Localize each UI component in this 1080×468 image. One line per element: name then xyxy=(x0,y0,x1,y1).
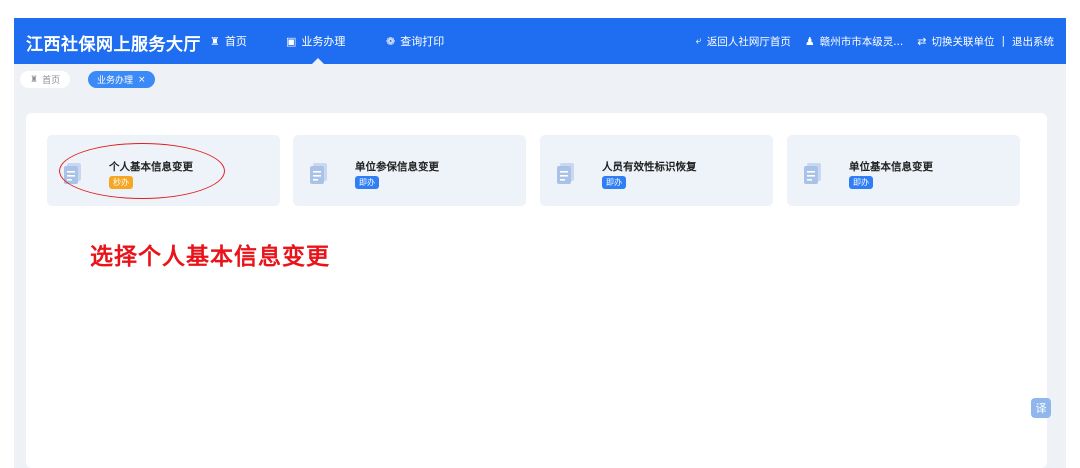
card-validity-restore[interactable]: 人员有效性标识恢复 即办 xyxy=(540,135,773,206)
annotation-ellipse xyxy=(59,143,225,199)
tab-business[interactable]: 业务办理 × xyxy=(88,71,155,88)
nav-home-label: 首页 xyxy=(224,35,247,48)
site-logo[interactable]: 江西社保网上服务大厅 xyxy=(26,30,201,55)
tab-home-label: 首页 xyxy=(42,76,61,86)
nav-query-print[interactable]: ❁ 查询打印 xyxy=(386,18,444,64)
tab-home[interactable]: ♜ 首页 xyxy=(20,71,71,88)
card-unit-insurance-change[interactable]: 单位参保信息变更 即办 xyxy=(293,135,526,206)
switch-icon: ⇄ xyxy=(917,34,927,48)
logout-link[interactable]: 退出系统 xyxy=(1012,34,1054,49)
back-home-label: 返回人社网厅首页 xyxy=(706,35,791,48)
card-title: 人员有效性标识恢复 xyxy=(602,161,697,173)
switch-unit-label: 切换关联单位 xyxy=(931,35,995,48)
user-menu[interactable]: ♟ 赣州市市本级灵... xyxy=(805,34,903,49)
status-badge: 即办 xyxy=(849,176,873,189)
nav-query-label: 查询打印 xyxy=(400,35,445,48)
user-name: 赣州市市本级灵... xyxy=(819,35,904,48)
nav-home[interactable]: ♜ 首页 xyxy=(210,18,247,64)
document-icon xyxy=(804,163,821,184)
card-unit-info-change[interactable]: 单位基本信息变更 即办 xyxy=(787,135,1020,206)
document-icon xyxy=(310,163,327,184)
user-icon: ♟ xyxy=(804,34,815,48)
back-arrow-icon: ⤶ xyxy=(695,34,702,47)
status-badge: 即办 xyxy=(355,176,379,189)
briefcase-icon: ▣ xyxy=(286,34,297,48)
annotation-instruction: 选择个人基本信息变更 xyxy=(90,244,330,270)
print-icon: ❁ xyxy=(386,34,396,48)
card-title: 单位参保信息变更 xyxy=(355,161,439,173)
separator: | xyxy=(1001,35,1005,47)
document-icon xyxy=(557,163,574,184)
nav-business-label: 业务办理 xyxy=(301,35,346,48)
close-icon[interactable]: × xyxy=(138,75,146,85)
top-navigation-bar: 江西社保网上服务大厅 ♜ 首页 ▣ 业务办理 ❁ 查询打印 ⤶ 返回人社网厅首页… xyxy=(14,18,1066,65)
home-icon: ♜ xyxy=(30,74,39,85)
switch-unit-link[interactable]: ⇄ 切换关联单位 xyxy=(917,34,994,49)
translate-button[interactable]: 译 xyxy=(1031,398,1051,418)
tab-business-label: 业务办理 xyxy=(97,76,134,86)
home-icon: ♜ xyxy=(210,34,220,48)
back-home-link[interactable]: ⤶ 返回人社网厅首页 xyxy=(696,34,791,49)
header-right-links: ⤶ 返回人社网厅首页 ♟ 赣州市市本级灵... ⇄ 切换关联单位 | 退出系统 xyxy=(696,18,1054,64)
card-title: 单位基本信息变更 xyxy=(849,161,933,173)
status-badge: 即办 xyxy=(602,176,626,189)
tabs-bar: ♜ 首页 业务办理 × xyxy=(14,64,1066,93)
